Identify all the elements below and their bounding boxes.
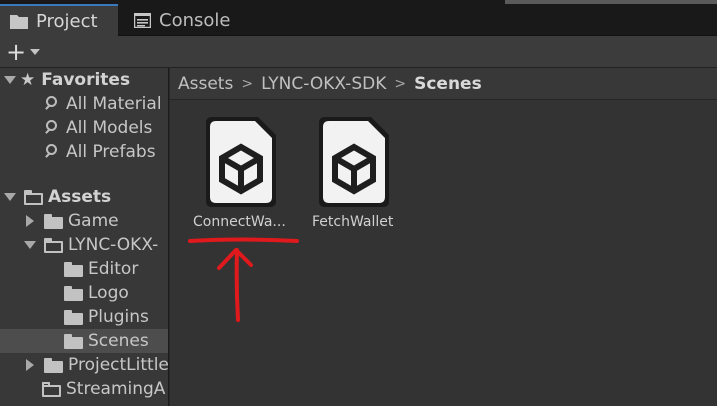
folder-open-icon [24,189,43,205]
expand-arrow-icon[interactable] [22,357,38,373]
chevron-down-icon [30,48,41,55]
folder-icon [64,333,83,349]
breadcrumb-separator: > [394,75,407,92]
unity-scene-icon [319,117,389,207]
tree-item-plugins[interactable]: Plugins [0,305,168,329]
tree-item-label: StreamingA [66,379,166,399]
asset-label: FetchWallet [312,214,394,230]
assets-label: Assets [48,187,112,207]
expand-arrow-icon[interactable] [22,213,38,229]
folder-icon [44,213,63,229]
folder-open-icon [44,237,63,253]
console-icon [134,12,151,28]
folder-icon [64,309,83,325]
plus-icon: + [6,37,27,66]
tab-console-label: Console [159,9,231,31]
expand-arrow-icon[interactable] [2,189,18,205]
folder-icon [10,14,28,29]
expand-arrow-icon[interactable] [2,72,18,88]
tree-item-label: All Models [66,118,153,138]
tree-item-favorites[interactable]: ★ Favorites [0,68,168,92]
tree-item-logo[interactable]: Logo [0,281,168,305]
tree-item-label: LYNC-OKX- [68,235,159,255]
favorites-label: Favorites [41,70,131,90]
tab-bar-divider [505,0,717,4]
tab-project[interactable]: Project [0,4,118,36]
folder-icon [44,357,63,373]
tree-item-all-prefabs[interactable]: All Prefabs [0,140,168,164]
breadcrumb-item-assets[interactable]: Assets [178,74,233,94]
search-icon [44,96,60,112]
tree-item-label: ProjectLittle [68,355,169,375]
expand-arrow-icon[interactable] [22,237,38,253]
tree-item-label: Logo [88,283,129,303]
folder-icon [64,285,83,301]
tree-item-label: Scenes [88,331,149,351]
tree-item-scenes[interactable]: Scenes [0,329,168,353]
project-toolbar: + [0,36,717,68]
tree-item-streamingassets[interactable]: StreamingA [0,377,168,401]
project-tree-sidebar: ★ Favorites All Material All Models All … [0,68,169,406]
breadcrumb-item-lync-okx-sdk[interactable]: LYNC-OKX-SDK [261,74,386,94]
tree-item-label: All Material [66,94,162,114]
create-dropdown-button[interactable]: + [6,37,41,66]
breadcrumb: Assets > LYNC-OKX-SDK > Scenes [170,68,717,100]
tree-item-label: Plugins [88,307,149,327]
asset-label: ConnectWa... [193,214,286,230]
folder-icon [64,261,83,277]
tree-item-lync-okx[interactable]: LYNC-OKX- [0,233,168,257]
tab-project-label: Project [36,10,98,32]
tree-item-projectlittle[interactable]: ProjectLittle [0,353,169,377]
unity-scene-icon [206,117,276,207]
tree-item-label: Game [68,211,119,231]
tree-item-label: Editor [88,259,139,279]
breadcrumb-separator: > [241,75,254,92]
tree-item-game[interactable]: Game [0,209,168,233]
breadcrumb-item-scenes[interactable]: Scenes [414,74,482,94]
search-icon [44,120,60,136]
tree-item-all-materials[interactable]: All Material [0,92,168,116]
tree-item-all-models[interactable]: All Models [0,116,168,140]
folder-outline-icon [42,381,61,397]
tree-item-label: All Prefabs [66,142,156,162]
window-tab-bar: Project Console [0,0,717,36]
tree-item-assets[interactable]: Assets [0,185,168,209]
star-icon: ★ [20,70,36,90]
tree-item-editor[interactable]: Editor [0,257,168,281]
search-icon [44,144,60,160]
tab-console[interactable]: Console [124,4,240,36]
